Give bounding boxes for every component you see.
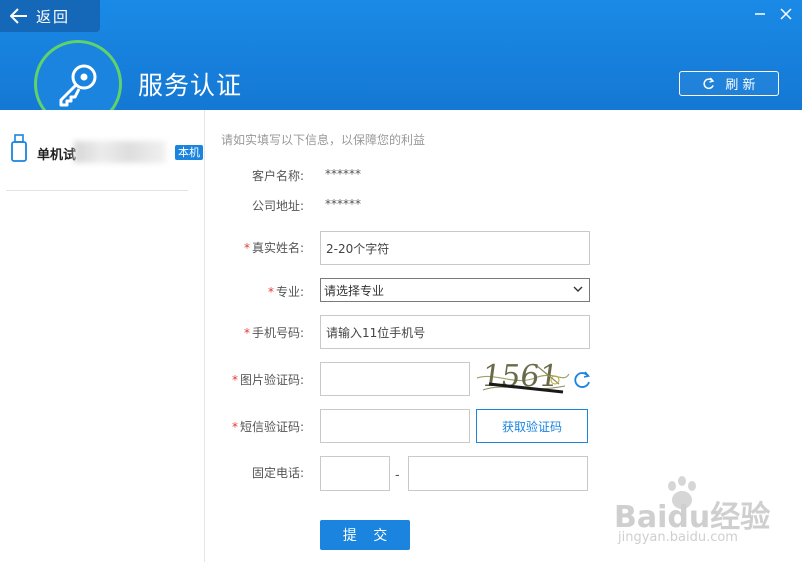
landline-label: 固定电话:: [251, 466, 304, 480]
device-name: 单机试: [37, 148, 77, 163]
form-hint: 请如实填写以下信息，以保障您的利益: [221, 133, 426, 147]
submit-button[interactable]: 提 交: [320, 520, 410, 550]
refresh-icon: [703, 77, 715, 90]
landline-number-input[interactable]: [408, 456, 588, 491]
local-badge: 本机: [175, 145, 203, 160]
major-select[interactable]: 请选择专业: [320, 278, 590, 302]
close-icon: [780, 8, 792, 20]
landline-area-code-input[interactable]: [320, 456, 390, 491]
required-mark: *: [243, 326, 250, 340]
watermark-url: jingyan.baidu.com: [618, 530, 738, 545]
required-mark: *: [267, 285, 274, 299]
close-button[interactable]: [776, 6, 796, 26]
real-name-input[interactable]: 2-20个字符: [320, 231, 590, 265]
usb-drive-icon: [11, 134, 27, 162]
refresh-button[interactable]: 刷 新: [679, 71, 779, 96]
company-address-label: 公司地址:: [251, 199, 304, 213]
phone-input[interactable]: 请输入11位手机号: [320, 315, 590, 349]
key-icon: [59, 64, 97, 107]
sms-code-label: * 短信验证码:: [231, 420, 304, 434]
minimize-button[interactable]: [750, 6, 770, 26]
minimize-icon: [755, 13, 765, 15]
page-title: 服务认证: [138, 71, 243, 100]
phone-label: * 手机号码:: [243, 326, 304, 340]
sms-code-input[interactable]: [320, 409, 470, 443]
major-selected-value: 请选择专业: [324, 283, 385, 298]
required-mark: *: [243, 241, 250, 255]
chevron-down-icon: [573, 286, 583, 292]
back-label: 返回: [36, 7, 71, 26]
sidebar-divider: [6, 190, 188, 191]
real-name-label: * 真实姓名:: [243, 241, 304, 255]
get-sms-code-button[interactable]: 获取验证码: [476, 409, 588, 443]
captcha-input[interactable]: [320, 362, 470, 396]
captcha-image[interactable]: 1561: [475, 356, 571, 396]
redacted-blur: [74, 141, 166, 163]
sidebar: 单机试 本机: [0, 110, 205, 562]
refresh-label: 刷 新: [725, 78, 756, 93]
major-label: * 专业:: [267, 285, 304, 299]
back-button[interactable]: 返回: [0, 0, 100, 32]
customer-name-label: 客户名称:: [251, 169, 304, 183]
company-address-value: ******: [325, 197, 361, 211]
arrow-left-icon: [10, 8, 27, 24]
captcha-refresh-icon[interactable]: [572, 370, 592, 390]
landline-separator: -: [395, 468, 400, 483]
baidu-watermark: Baidu经验 jingyan.baidu.com: [612, 474, 792, 554]
customer-name-value: ******: [325, 167, 361, 181]
required-mark: *: [231, 373, 238, 387]
required-mark: *: [231, 420, 238, 434]
captcha-label: * 图片验证码:: [231, 373, 304, 387]
device-item[interactable]: 单机试 本机: [0, 134, 204, 174]
